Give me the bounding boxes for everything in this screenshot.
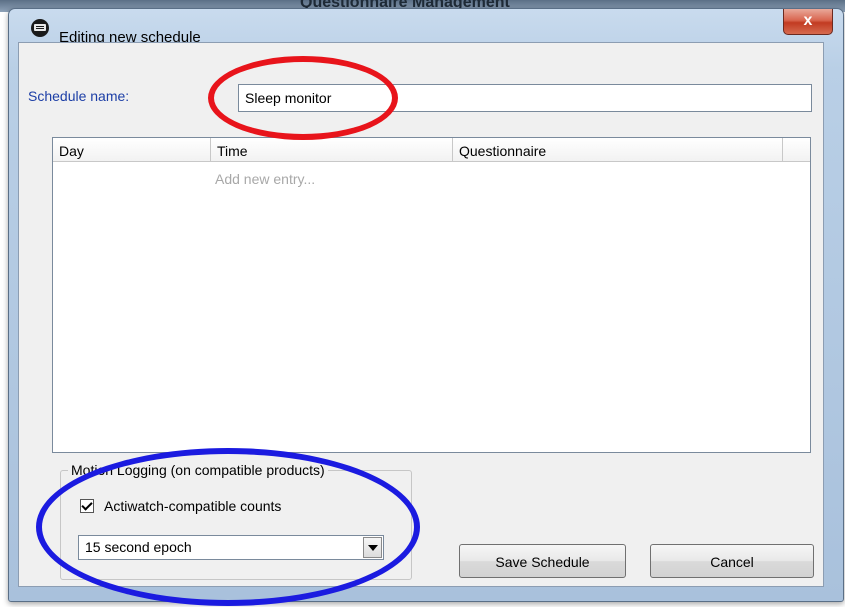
- motion-logging-group-label: Motion Logging (on compatible products): [68, 462, 328, 478]
- save-schedule-button[interactable]: Save Schedule: [459, 544, 626, 578]
- column-header-questionnaire[interactable]: Questionnaire: [453, 138, 783, 161]
- cancel-button[interactable]: Cancel: [650, 544, 814, 578]
- column-header-day[interactable]: Day: [53, 138, 211, 161]
- epoch-select-value: 15 second epoch: [85, 539, 192, 555]
- motion-logging-group: [60, 470, 412, 580]
- schedule-name-input[interactable]: [238, 84, 812, 112]
- epoch-select[interactable]: 15 second epoch: [78, 535, 384, 560]
- column-header-time[interactable]: Time: [211, 138, 453, 161]
- screenshot-stage: Questionnaire Management Editing new sch…: [0, 0, 845, 607]
- schedule-name-label: Schedule name:: [28, 88, 130, 104]
- actiwatch-counts-label[interactable]: Actiwatch-compatible counts: [104, 498, 281, 514]
- close-button[interactable]: x: [783, 9, 833, 35]
- column-header-filler: [783, 138, 810, 161]
- schedule-entries-list[interactable]: Day Time Questionnaire Add new entry...: [52, 137, 811, 453]
- add-new-entry-row[interactable]: Add new entry...: [215, 171, 315, 187]
- list-header: Day Time Questionnaire: [53, 138, 810, 162]
- chevron-down-icon[interactable]: [363, 537, 382, 558]
- camera-device-icon: [31, 19, 49, 37]
- actiwatch-counts-checkbox[interactable]: [80, 499, 94, 513]
- close-icon: x: [803, 12, 813, 29]
